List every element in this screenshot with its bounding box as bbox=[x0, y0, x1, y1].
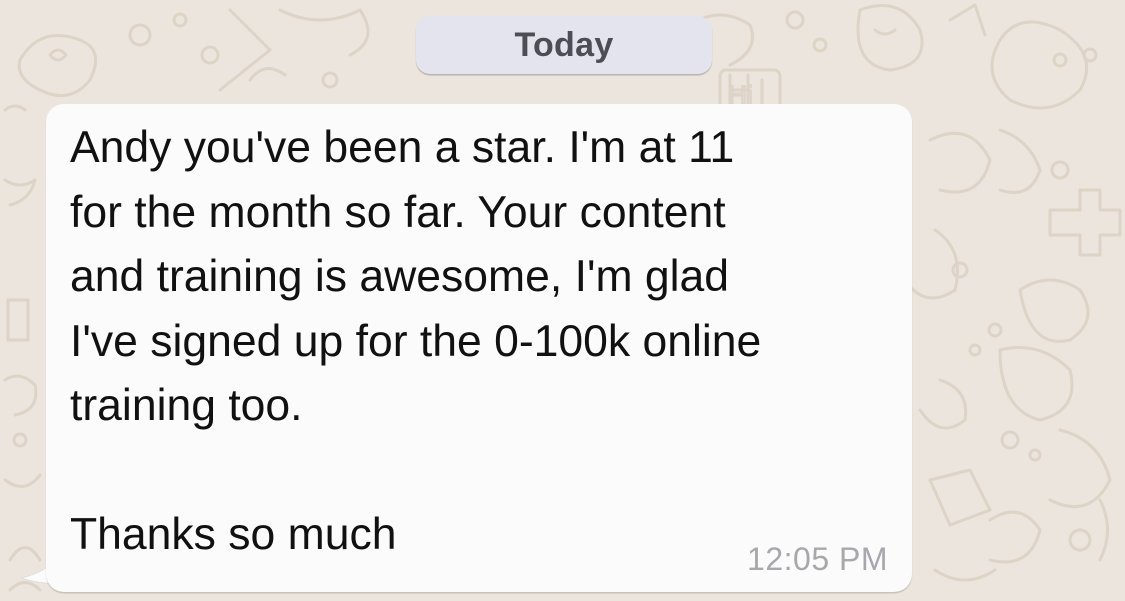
date-separator-label: Today bbox=[514, 25, 614, 64]
incoming-message-bubble[interactable]: Andy you've been a star. I'm at 11 for t… bbox=[46, 104, 912, 592]
message-timestamp: 12:05 PM bbox=[747, 541, 888, 577]
message-text: Andy you've been a star. I'm at 11 for t… bbox=[70, 123, 762, 559]
date-separator: Today bbox=[416, 16, 712, 74]
